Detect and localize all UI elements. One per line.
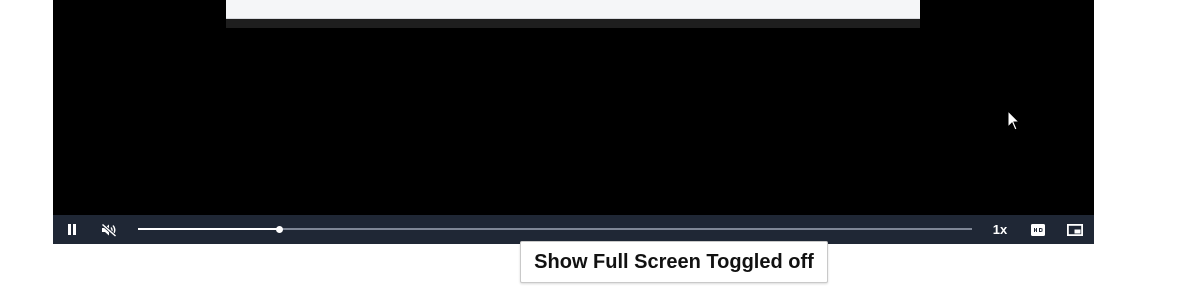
progress-thumb[interactable] bbox=[275, 226, 283, 233]
progress-bar[interactable] bbox=[138, 225, 972, 234]
hd-icon bbox=[1031, 223, 1045, 236]
pause-button[interactable] bbox=[57, 215, 87, 244]
progress-fill bbox=[138, 228, 279, 230]
video-player[interactable]: 1x bbox=[53, 0, 1094, 244]
volume-muted-icon bbox=[101, 222, 117, 237]
picture-in-picture-icon bbox=[1067, 223, 1083, 236]
playback-speed-button[interactable]: 1x bbox=[985, 215, 1015, 244]
mute-button[interactable] bbox=[94, 215, 124, 244]
fullscreen-tooltip: Show Full Screen Toggled off bbox=[520, 241, 828, 283]
video-content-slide bbox=[226, 0, 920, 19]
video-content bbox=[226, 0, 920, 28]
picture-in-picture-button[interactable] bbox=[1060, 215, 1090, 244]
playback-speed-label: 1x bbox=[992, 222, 1008, 237]
quality-button[interactable] bbox=[1023, 215, 1053, 244]
mouse-cursor-icon bbox=[1007, 110, 1021, 131]
pause-icon bbox=[68, 224, 76, 235]
tooltip-text: Show Full Screen Toggled off bbox=[534, 250, 814, 273]
control-bar: 1x bbox=[53, 215, 1094, 244]
